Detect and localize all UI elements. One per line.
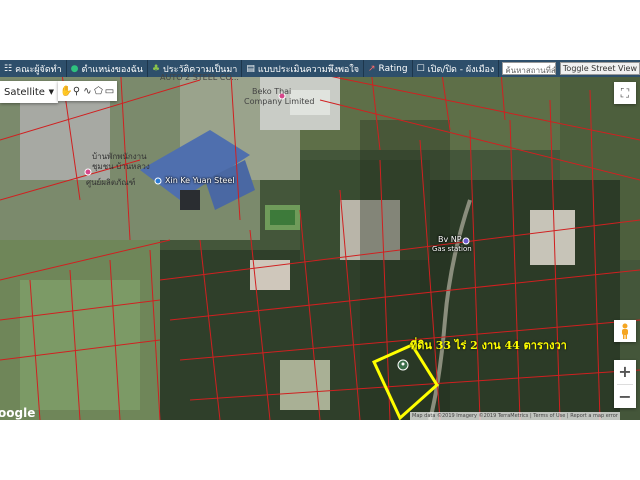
zoom-control: + − <box>614 360 636 408</box>
toolbar-item-zoning[interactable]: ☐ เปิด/ปิด - ผังเมือง <box>413 60 500 77</box>
group-icon: ☷ <box>4 63 13 74</box>
place-pin-icon <box>84 168 92 176</box>
gas-pin-icon <box>462 237 470 245</box>
map-type-select[interactable]: Satellite ▼ <box>0 81 58 103</box>
pegman-icon <box>622 323 628 339</box>
map-label-beko-2: Company Limited <box>244 97 315 106</box>
street-view-pegman-button[interactable] <box>614 320 636 342</box>
polyline-tool-icon[interactable]: ∿ <box>82 86 93 97</box>
map-attribution[interactable]: Map data ©2019 Imagery ©2019 TerraMetric… <box>410 412 620 420</box>
fullscreen-button[interactable]: ⛶ <box>614 82 636 104</box>
toolbar-item-survey[interactable]: ▤ แบบประเมินความพึงพอใจ <box>242 60 364 77</box>
chart-icon: ↗ <box>368 63 376 74</box>
hand-icon[interactable]: ✋ <box>60 86 72 97</box>
document-icon: ▤ <box>246 63 255 74</box>
map-label-factory-th3: ศูนย์ผลิตภัณฑ์ <box>86 178 136 187</box>
street-view-toggle-button[interactable]: Toggle Street View <box>559 62 640 75</box>
map-label-factory-th2: ชุมชน บ้านหลวง <box>92 162 150 171</box>
parcel-area-label: ที่ดิน 33 ไร่ 2 งาน 44 ตารางวา <box>410 339 567 352</box>
google-logo: oogle <box>0 406 36 420</box>
factory-pin-icon <box>154 177 162 185</box>
map-label-beko: Beko Thai <box>252 87 292 96</box>
toolbar-item-rating[interactable]: ↗ Rating <box>364 60 413 77</box>
map-label-xin-ke-yuan: Xin Ke Yuan Steel <box>165 176 235 185</box>
rectangle-tool-icon[interactable]: ▭ <box>104 86 115 97</box>
toolbar-item-team[interactable]: ☷ คณะผู้จัดทำ <box>0 60 67 77</box>
zoom-in-button[interactable]: + <box>614 360 636 384</box>
chevron-down-icon: ▼ <box>48 88 54 96</box>
map-label-bv-np: Bv NP <box>438 235 462 244</box>
satellite-map[interactable] <box>0 60 640 420</box>
map-frame[interactable]: ☷ คณะผู้จัดทำ ● ตำแหน่งของฉัน ♣ ประวัติค… <box>0 60 640 420</box>
location-icon: ● <box>70 63 79 74</box>
zoom-out-button[interactable]: − <box>614 385 636 409</box>
marker-tool-icon[interactable]: ⚲ <box>71 86 82 97</box>
top-toolbar: ☷ คณะผู้จัดทำ ● ตำแหน่งของฉัน ♣ ประวัติค… <box>0 60 640 77</box>
toolbar-item-my-location[interactable]: ● ตำแหน่งของฉัน <box>67 60 148 77</box>
search-input[interactable]: ค้นหาสถานที่สำคัญ <box>502 62 556 75</box>
checkbox-icon: ☐ <box>416 63 425 74</box>
drawing-toolbar: ✋ ⚲ ∿ ⬠ ▭ <box>58 81 117 101</box>
map-label-bv-np-2: Gas station <box>432 245 472 253</box>
map-label-company-top: AUTO 2 STEEL CO... <box>160 73 239 82</box>
sprout-icon: ♣ <box>151 63 161 74</box>
fullscreen-icon: ⛶ <box>620 85 630 100</box>
polygon-tool-icon[interactable]: ⬠ <box>93 86 104 97</box>
